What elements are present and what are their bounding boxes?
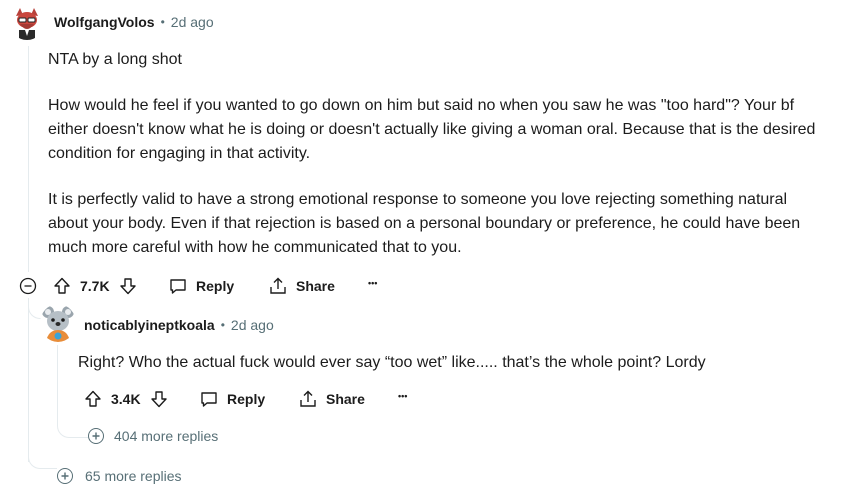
thread-curve-more-replies	[28, 446, 57, 469]
share-label: Share	[326, 391, 365, 407]
reply-button[interactable]: Reply	[199, 389, 265, 409]
comment-paragraph-3: It is perfectly valid to have a strong e…	[48, 191, 801, 256]
upvote-icon[interactable]	[83, 389, 103, 409]
reply-avatar[interactable]	[40, 304, 76, 342]
more-options-button[interactable]: •••	[398, 391, 407, 401]
vote-count: 7.7K	[80, 278, 110, 294]
more-options-icon: •••	[398, 391, 408, 401]
comment-paragraph-2: How would he feel if you wanted to go do…	[48, 97, 816, 162]
downvote-icon[interactable]	[149, 389, 169, 409]
reply-timestamp[interactable]: 2d ago	[231, 317, 274, 333]
more-options-icon: •••	[368, 278, 378, 288]
comment-username[interactable]: WolfgangVolos	[54, 14, 155, 30]
more-replies-label: 404 more replies	[114, 428, 219, 444]
more-replies-link[interactable]: 404 more replies	[88, 428, 218, 444]
downvote-icon[interactable]	[118, 276, 138, 296]
more-replies-label: 65 more replies	[85, 468, 182, 484]
meta-separator: •	[160, 15, 165, 29]
share-button[interactable]: Share	[268, 276, 335, 296]
share-button[interactable]: Share	[298, 389, 365, 409]
avatar-wolf-icon	[10, 6, 44, 40]
avatar[interactable]	[10, 6, 44, 40]
reply-text: Right? Who the actual fuck would ever sa…	[78, 354, 706, 371]
share-label: Share	[296, 278, 335, 294]
share-icon	[298, 389, 318, 409]
reply-button[interactable]: Reply	[168, 276, 234, 296]
vote-count: 3.4K	[111, 391, 141, 407]
avatar-koala-icon	[41, 306, 75, 342]
reply-icon	[199, 389, 219, 409]
thread-curve-reply	[28, 300, 41, 319]
upvote-icon[interactable]	[52, 276, 72, 296]
meta-separator: •	[220, 318, 225, 332]
reply-label: Reply	[227, 391, 266, 407]
expand-replies-icon	[57, 468, 73, 484]
collapse-button[interactable]	[19, 277, 37, 295]
share-icon	[268, 276, 288, 296]
thread-curve-reply-more	[57, 413, 88, 438]
more-options-button[interactable]: •••	[368, 278, 377, 288]
thread-line-main	[28, 46, 29, 272]
more-replies-link[interactable]: 65 more replies	[57, 468, 182, 484]
comment-paragraph-1: NTA by a long shot	[48, 51, 182, 68]
reply-username[interactable]: noticablyineptkoala	[84, 317, 215, 333]
expand-replies-icon	[88, 428, 104, 444]
reply-label: Reply	[196, 278, 235, 294]
reply-icon	[168, 276, 188, 296]
comment-timestamp[interactable]: 2d ago	[171, 14, 214, 30]
collapse-icon	[19, 277, 37, 295]
thread-line-main-lower	[28, 298, 29, 462]
